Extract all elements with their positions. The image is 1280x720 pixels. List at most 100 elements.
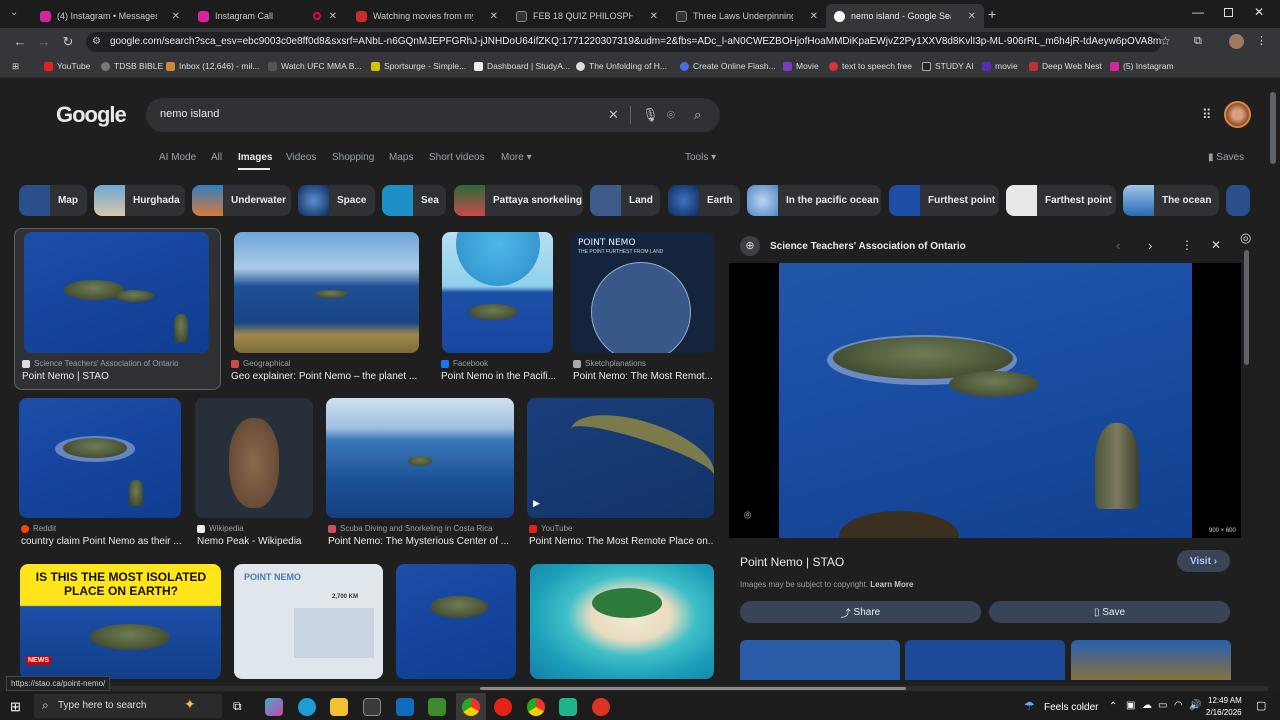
close-icon[interactable]: ✕ (968, 11, 976, 22)
tab-ai-mode[interactable]: AI Mode (159, 152, 196, 163)
google-logo[interactable]: Google (56, 102, 127, 128)
new-tab-button[interactable]: + (988, 6, 996, 22)
close-icon[interactable]: ✕ (810, 11, 818, 22)
bookmark-unfolding[interactable]: The Unfolding of H... (576, 61, 667, 71)
tab-watching-movies[interactable]: Watching movies from my pers ✕ (348, 4, 506, 28)
horizontal-scrollbar-thumb[interactable] (480, 687, 906, 690)
related-image[interactable] (1071, 640, 1231, 680)
task-view-icon[interactable]: ⧉ (233, 699, 242, 714)
search-box[interactable] (146, 98, 720, 132)
result-title[interactable]: Point Nemo | STAO (22, 371, 212, 382)
microphone-icon[interactable]: 🎙 (642, 107, 659, 123)
weather-icon[interactable]: ☂ (1024, 699, 1035, 713)
saves-button[interactable]: ▮ Saves (1208, 152, 1244, 163)
chip-farthest-point[interactable]: Farthest point (1006, 185, 1116, 216)
tab-shopping[interactable]: Shopping (332, 152, 374, 163)
chip-land[interactable]: Land (590, 185, 660, 216)
chip-space[interactable]: Space (298, 185, 375, 216)
chip-underwater[interactable]: Underwater (192, 185, 291, 216)
panel-scrollbar-thumb[interactable] (1244, 250, 1249, 365)
related-image[interactable] (905, 640, 1065, 680)
tab-instagram-call[interactable]: Instagram Call ✕ (190, 4, 345, 28)
result-image[interactable] (19, 398, 181, 518)
save-button[interactable]: ▯ Save (989, 601, 1230, 623)
result-title[interactable]: Nemo Peak - Wikipedia (197, 536, 317, 547)
address-bar[interactable]: google.com/search?sca_esv=ebc9003c0e8ff0… (86, 32, 1162, 52)
close-icon[interactable]: ✕ (329, 11, 337, 22)
result-image[interactable] (24, 232, 209, 353)
result-image[interactable] (234, 232, 419, 353)
bookmark-study-ai[interactable]: STUDY AI (922, 61, 974, 71)
copilot-icon[interactable] (265, 698, 283, 716)
google-apps-icon[interactable]: ⠿ (1202, 107, 1212, 123)
chip-more[interactable] (1226, 185, 1250, 216)
search-icon[interactable]: ⌕ (694, 107, 701, 123)
maximize-button[interactable] (1224, 8, 1233, 17)
bookmark-youtube[interactable]: YouTube (44, 61, 90, 71)
windows-start-icon[interactable]: ⊞ (10, 699, 21, 715)
site-info-icon[interactable]: ⚙ (92, 36, 101, 47)
file-explorer-icon[interactable] (330, 698, 348, 716)
page-scrollbar[interactable] (1268, 78, 1280, 680)
tab-three-laws[interactable]: Three Laws Underpinning Argu ✕ (668, 4, 826, 28)
close-icon[interactable]: ✕ (490, 11, 498, 22)
cloud-icon[interactable]: ☁ (1142, 700, 1152, 711)
bookmark-star-icon[interactable]: ☆ (1160, 34, 1171, 48)
result-title[interactable]: Point Nemo: The Mysterious Center of ... (328, 536, 513, 547)
lens-search-icon[interactable]: ⌾ (744, 508, 751, 523)
bookmark-tdsb[interactable]: TDSB BIBLE (101, 61, 163, 71)
edge-icon[interactable] (298, 698, 316, 716)
bookmark-tts[interactable]: text to speech free (829, 61, 912, 71)
chip-hurghada[interactable]: Hurghada (94, 185, 185, 216)
bookmark-inbox[interactable]: Inbox (12,646) - mil... (166, 61, 259, 71)
chip-pattaya-snorkeling[interactable]: Pattaya snorkeling (454, 185, 583, 216)
chip-map[interactable]: Map (19, 185, 87, 216)
tab-quiz-notes[interactable]: FEB 18 QUIZ PHILOSPHY NOTE ✕ (508, 4, 666, 28)
result-image[interactable] (326, 398, 514, 518)
page-scrollbar-thumb[interactable] (1270, 92, 1276, 164)
tab-search-menu-icon[interactable]: ⌄ (10, 7, 18, 18)
result-title[interactable]: Point Nemo: The Most Remote Place on... (529, 536, 714, 547)
result-title[interactable]: Point Nemo in the Pacifi... (441, 371, 555, 382)
clock-time[interactable]: 12:49 AM (1208, 696, 1242, 705)
clear-icon[interactable]: ✕ (608, 107, 619, 123)
lens-panel-icon[interactable]: ◎ (1240, 230, 1251, 246)
preview-image[interactable] (779, 263, 1192, 538)
result-title[interactable]: country claim Point Nemo as their ... (21, 536, 186, 547)
apps-icon[interactable]: ⊞ (12, 61, 19, 72)
chip-in-the-pacific-ocean[interactable]: In the pacific ocean (747, 185, 881, 216)
taskbar-search[interactable]: ⌕ Type here to search ✦ (34, 694, 222, 718)
result-image[interactable]: POINT NEMO THE POINT FURTHEST FROM LAND (571, 232, 714, 353)
tab-short-videos[interactable]: Short videos (429, 152, 485, 163)
result-image[interactable] (396, 564, 516, 679)
chip-the-ocean[interactable]: The ocean (1123, 185, 1219, 216)
tab-nemo-island[interactable]: nemo island - Google Search ✕ (826, 4, 984, 28)
chip-earth[interactable]: Earth (668, 185, 740, 216)
bookmark-instagram[interactable]: (5) Instagram (1110, 61, 1174, 71)
account-avatar[interactable] (1224, 101, 1251, 128)
tray-app-icon[interactable]: ▣ (1126, 700, 1135, 711)
browser-menu-icon[interactable]: ⋮ (1256, 34, 1267, 47)
tab-maps[interactable]: Maps (389, 152, 413, 163)
close-window-button[interactable]: ✕ (1254, 5, 1264, 19)
close-icon[interactable]: ✕ (172, 11, 180, 22)
more-options-icon[interactable]: ⋮ (1181, 238, 1193, 252)
volume-icon[interactable]: 🔊 (1189, 700, 1201, 711)
minimize-button[interactable]: — (1192, 5, 1204, 19)
bookmark-flashcards[interactable]: Create Online Flash... (680, 61, 776, 71)
battery-icon[interactable]: ▭ (1158, 700, 1167, 711)
profile-avatar[interactable] (1229, 34, 1244, 49)
bookmark-sportsurge[interactable]: Sportsurge - Simple... (371, 61, 466, 71)
tab-images[interactable]: Images (238, 152, 272, 163)
result-image[interactable] (195, 398, 313, 518)
play-icon[interactable]: ▶ (533, 498, 540, 509)
bookmark-movie[interactable]: Movie (783, 61, 819, 71)
search-input[interactable]: nemo island (160, 108, 219, 120)
lens-icon[interactable]: ⌾ (667, 107, 675, 123)
system-tray-chevron-icon[interactable]: ⌃ (1109, 701, 1117, 712)
chrome-icon[interactable] (462, 698, 480, 716)
bookmark-movie-2[interactable]: movie (982, 61, 1018, 71)
wifi-icon[interactable]: ◠ (1174, 700, 1183, 711)
result-image[interactable]: POINT NEMO 2,700 KM (234, 564, 383, 679)
media-app-icon[interactable] (592, 698, 610, 716)
